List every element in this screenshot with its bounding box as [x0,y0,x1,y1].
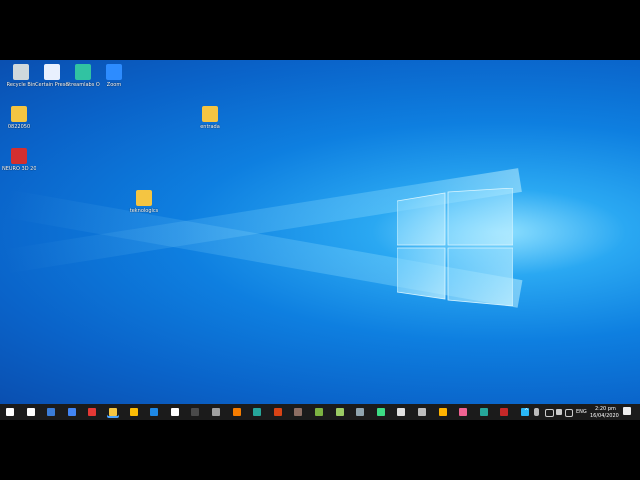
battery-icon[interactable] [565,409,573,417]
start-button[interactable] [4,406,16,418]
opera-icon [88,408,97,416]
tool-button[interactable] [210,406,222,418]
c-app-button[interactable] [251,406,263,418]
desktop-icon-streamlabs[interactable]: Streamlabs OBS [66,64,100,88]
gamepad-button[interactable] [416,406,428,418]
desktop-icon-label: 0822050 [7,124,31,130]
android-button[interactable] [375,406,387,418]
letterbox-top [0,0,640,60]
desktop-icon-folder-3[interactable]: teknologics [127,190,161,214]
teal-app-button[interactable] [478,406,490,418]
notepad-icon [356,408,365,416]
gamepad-icon [418,408,426,416]
taskbar[interactable]: ^ ENG 2:20 pm 16/04/2020 [0,404,640,420]
stats-button[interactable] [457,406,469,418]
task-view-icon [26,408,35,416]
task-view-button[interactable] [25,406,37,418]
leaf2-icon [335,408,344,416]
streamlabs-icon [75,64,91,80]
gsheets-icon [44,64,60,80]
windows-logo [397,188,513,306]
store-icon [170,408,179,416]
desktop-icon-label: teknologics [129,208,159,214]
desktop[interactable]: Recycle BinCertain PresencesStreamlabs O… [0,60,640,404]
folder-1-icon [11,106,27,122]
app-green-button[interactable] [313,406,325,418]
powerpoint-icon [273,408,282,416]
desktop-icon-label: Recycle Bin [6,82,36,88]
neuro-icon [500,408,509,416]
foxit-button[interactable] [231,406,243,418]
vscode-button[interactable] [148,406,160,418]
desktop-icon-label: NEURO 3D 2020 [2,166,36,172]
pdf-icon [232,408,241,416]
drive-button[interactable] [66,406,78,418]
leaf-icon [315,408,323,416]
mail-button[interactable] [45,406,57,418]
store-button[interactable] [169,406,181,418]
explorer-button[interactable] [107,406,119,418]
cmd-button[interactable] [189,406,201,418]
vscode-icon [150,408,159,416]
desktop-icon-folder-1[interactable]: 0822050 [2,106,36,130]
letterbox-bottom [0,420,640,480]
folder-icon [109,408,117,416]
chrome-icon [129,408,138,416]
android-icon [376,408,385,416]
c-icon [253,408,262,416]
recycle-bin-icon [13,64,29,80]
folder-2-icon [202,106,218,122]
gimp-button[interactable] [292,406,304,418]
volume-icon[interactable] [556,409,562,415]
tool-icon [212,408,220,416]
app-green2-button[interactable] [334,406,346,418]
chart-button[interactable] [437,406,449,418]
terminal-icon [191,408,200,416]
desktop-icon-app-red[interactable]: NEURO 3D 2020 [2,148,36,172]
windows-icon [6,408,14,416]
stats-icon [459,408,468,416]
tray-chevron-icon[interactable]: ^ [524,409,529,415]
desktop-icon-zoom[interactable]: Zoom [97,64,131,88]
gimp-icon [294,408,303,416]
usb-icon[interactable] [534,408,539,416]
network-icon[interactable] [545,409,554,417]
powerpoint-button[interactable] [272,406,284,418]
chrome-button[interactable] [128,406,140,418]
neuro-button[interactable] [498,406,510,418]
desktop-icon-folder-2[interactable]: entrada [193,106,227,130]
language-indicator[interactable]: ENG [576,410,587,415]
chart-icon [438,408,447,416]
desktop-icon-label: Certain Presences [35,82,69,88]
clock-date[interactable]: 16/04/2020 [590,414,619,419]
desktop-icon-gsheets[interactable]: Certain Presences [35,64,69,88]
zoom-icon [106,64,122,80]
teal-icon [479,408,488,416]
desktop-icon-recycle-bin[interactable]: Recycle Bin [4,64,38,88]
unity-button[interactable] [395,406,407,418]
drive-icon [67,408,76,416]
notepad-button[interactable] [354,406,366,418]
desktop-icon-label: Streamlabs OBS [66,82,100,88]
app-red-icon [11,148,27,164]
unity-icon [397,408,406,416]
clock-time[interactable]: 2:20 pm [595,407,616,412]
mail-icon [47,408,56,416]
notification-icon[interactable] [623,407,631,415]
opera-button[interactable] [86,406,98,418]
folder-3-icon [136,190,152,206]
desktop-icon-label: Zoom [106,82,122,88]
desktop-icon-label: entrada [200,124,220,130]
